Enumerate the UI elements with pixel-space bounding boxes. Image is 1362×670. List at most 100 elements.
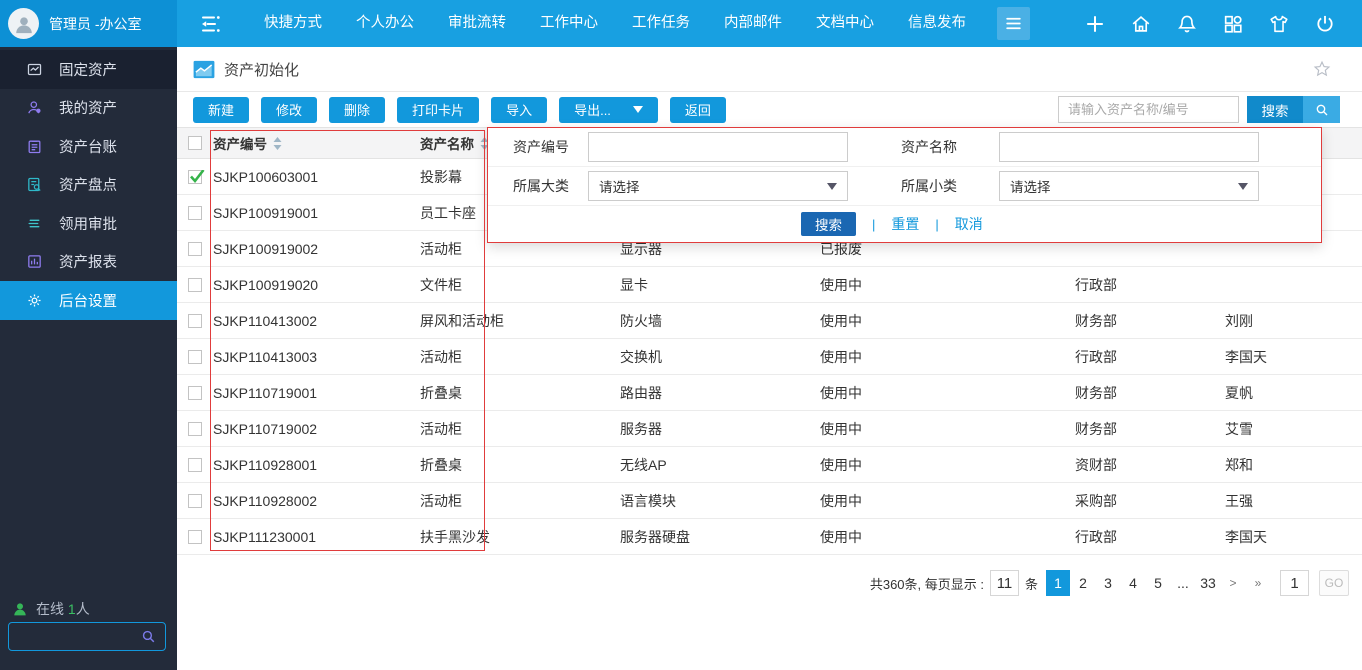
table-row[interactable]: SJKP110928001 折叠桌 无线AP 使用中 资财部 郑和 <box>177 447 1362 483</box>
page-ellipsis[interactable]: ... <box>1171 570 1195 596</box>
page-button-1[interactable]: 1 <box>1046 570 1070 596</box>
page-button-4[interactable]: 4 <box>1121 570 1145 596</box>
chevron-down-icon <box>1238 183 1248 190</box>
asset-code-field[interactable] <box>588 132 848 162</box>
header-asset-code[interactable]: 资产编号 <box>213 133 420 153</box>
category-select[interactable]: 请选择 <box>588 171 848 201</box>
back-button[interactable]: 返回 <box>670 97 726 123</box>
edit-button[interactable]: 修改 <box>261 97 317 123</box>
row-checkbox[interactable] <box>188 458 202 472</box>
page-last[interactable]: » <box>1246 570 1270 596</box>
filter-cancel-link[interactable]: 取消 <box>955 214 983 234</box>
row-checkbox[interactable] <box>188 242 202 256</box>
cell-asset-code: SJKP100919001 <box>213 205 420 221</box>
cell-status: 使用中 <box>820 347 1075 367</box>
sidebar-item[interactable]: 资产报表 <box>0 243 177 282</box>
row-checkbox[interactable] <box>188 278 202 292</box>
select-all-checkbox[interactable] <box>188 136 202 150</box>
table-row[interactable]: SJKP110719002 活动柜 服务器 使用中 财务部 艾雪 <box>177 411 1362 447</box>
nav-item[interactable]: 内部邮件 <box>707 0 799 47</box>
avatar <box>8 8 39 39</box>
asset-name-field[interactable] <box>999 132 1259 162</box>
row-checkbox[interactable] <box>188 206 202 220</box>
apps-icon[interactable] <box>1222 13 1244 35</box>
page-size-input[interactable] <box>990 570 1019 596</box>
unit-label: 条 <box>1025 574 1038 593</box>
cell-status: 使用中 <box>820 527 1075 547</box>
cell-asset-code: SJKP100919020 <box>213 277 420 293</box>
filter-reset-link[interactable]: 重置 <box>891 214 919 234</box>
toolbar-search: 搜索 <box>1058 96 1340 123</box>
cell-department: 行政部 <box>1075 527 1225 547</box>
table-row[interactable]: SJKP110719001 折叠桌 路由器 使用中 财务部 夏帆 <box>177 375 1362 411</box>
row-checkbox[interactable] <box>188 350 202 364</box>
table-row[interactable]: SJKP111230001 扶手黑沙发 服务器硬盘 使用中 行政部 李国天 <box>177 519 1362 555</box>
cell-status: 使用中 <box>820 311 1075 331</box>
asset-management-app: 管理员 -办公室 快捷方式个人办公审批流转工作中心工作任务内部邮件文档中心信息发… <box>0 0 1362 670</box>
sidebar-search-icon[interactable] <box>140 628 157 645</box>
nav-item[interactable]: 工作任务 <box>615 0 707 47</box>
sidebar-item[interactable]: 领用审批 <box>0 204 177 243</box>
sidebar-toggle-icon[interactable] <box>197 11 223 37</box>
row-select-cell <box>177 242 213 256</box>
theme-icon[interactable] <box>1268 13 1290 35</box>
row-select-cell <box>177 350 213 364</box>
row-select-cell <box>177 206 213 220</box>
cell-asset-name: 屏风和活动柜 <box>420 311 620 331</box>
home-icon[interactable] <box>1130 13 1152 35</box>
page-button-5[interactable]: 5 <box>1146 570 1170 596</box>
favorite-star-icon[interactable] <box>1312 59 1332 79</box>
export-button[interactable]: 导出... <box>559 97 658 123</box>
table-row[interactable]: SJKP110413003 活动柜 交换机 使用中 行政部 李国天 <box>177 339 1362 375</box>
row-checkbox[interactable] <box>188 422 202 436</box>
cell-asset-name: 活动柜 <box>420 491 620 511</box>
notifications-icon[interactable] <box>1176 13 1198 35</box>
cell-item-name: 路由器 <box>620 383 820 403</box>
page-button-33[interactable]: 33 <box>1196 570 1220 596</box>
nav-item[interactable]: 信息发布 <box>891 0 983 47</box>
add-icon[interactable] <box>1084 13 1106 35</box>
page-button-2[interactable]: 2 <box>1071 570 1095 596</box>
row-checkbox[interactable] <box>188 170 202 184</box>
sidebar-item[interactable]: 资产盘点 <box>0 166 177 205</box>
user-chip[interactable]: 管理员 -办公室 <box>0 0 177 47</box>
filter-search-button[interactable]: 搜索 <box>801 212 856 236</box>
sidebar-item-label: 领用审批 <box>59 213 117 234</box>
page-next[interactable]: > <box>1221 570 1245 596</box>
nav-item[interactable]: 个人办公 <box>339 0 431 47</box>
cell-asset-name: 活动柜 <box>420 419 620 439</box>
cell-status: 使用中 <box>820 275 1075 295</box>
import-button[interactable]: 导入 <box>491 97 547 123</box>
nav-item[interactable]: 审批流转 <box>431 0 523 47</box>
nav-item[interactable]: 工作中心 <box>523 0 615 47</box>
table-row[interactable]: SJKP110928002 活动柜 语言模块 使用中 采购部 王强 <box>177 483 1362 519</box>
menu-button[interactable] <box>997 7 1030 40</box>
asset-search-input[interactable] <box>1058 96 1239 123</box>
subcategory-select[interactable]: 请选择 <box>999 171 1259 201</box>
sort-icon[interactable] <box>271 136 284 151</box>
nav-item[interactable]: 快捷方式 <box>247 0 339 47</box>
row-checkbox[interactable] <box>188 530 202 544</box>
print-card-button[interactable]: 打印卡片 <box>397 97 479 123</box>
total-count-label: 共360条, 每页显示 : <box>870 574 984 593</box>
sidebar-item[interactable]: 我的资产 <box>0 89 177 128</box>
row-checkbox[interactable] <box>188 386 202 400</box>
page-button-3[interactable]: 3 <box>1096 570 1120 596</box>
nav-item[interactable]: 文档中心 <box>799 0 891 47</box>
goto-page-input[interactable] <box>1280 570 1309 596</box>
sidebar-item[interactable]: 资产台账 <box>0 127 177 166</box>
new-button[interactable]: 新建 <box>193 97 249 123</box>
search-icon-button[interactable] <box>1303 96 1340 123</box>
row-checkbox[interactable] <box>188 314 202 328</box>
sidebar-search-input[interactable] <box>9 623 140 650</box>
go-button[interactable]: GO <box>1319 570 1349 596</box>
sidebar-item[interactable]: 固定资产 <box>0 50 177 89</box>
sidebar-item[interactable]: 后台设置 <box>0 281 177 320</box>
table-row[interactable]: SJKP110413002 屏风和活动柜 防火墙 使用中 财务部 刘刚 <box>177 303 1362 339</box>
cell-asset-name: 折叠桌 <box>420 383 620 403</box>
logout-icon[interactable] <box>1314 13 1336 35</box>
table-row[interactable]: SJKP100919020 文件柜 显卡 使用中 行政部 <box>177 267 1362 303</box>
row-checkbox[interactable] <box>188 494 202 508</box>
search-button[interactable]: 搜索 <box>1247 96 1303 123</box>
delete-button[interactable]: 删除 <box>329 97 385 123</box>
